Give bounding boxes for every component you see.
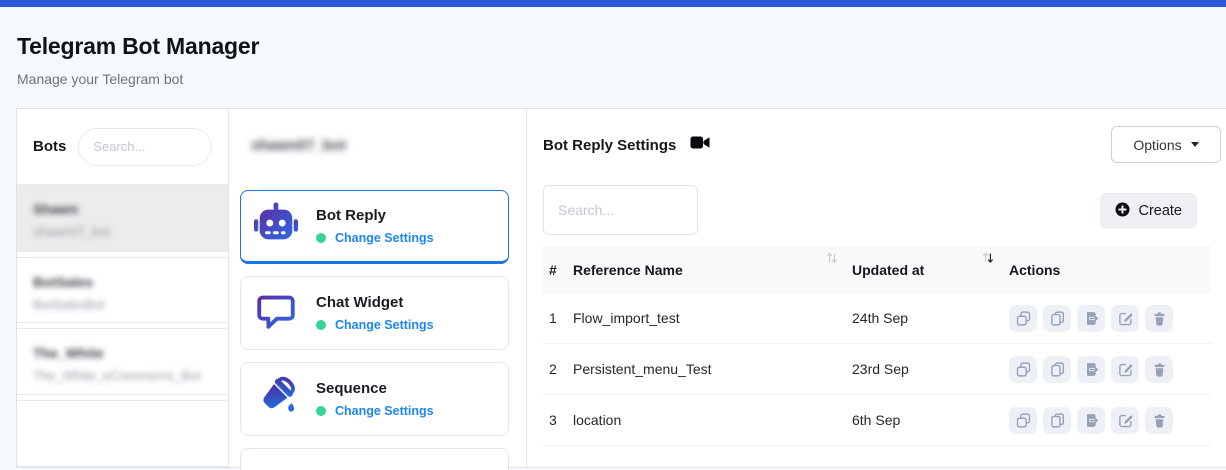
delete-button[interactable] <box>1145 407 1173 434</box>
card-title: Chat Widget <box>316 294 434 311</box>
row-index: 2 <box>543 361 573 377</box>
sort-icon[interactable] <box>826 251 838 267</box>
row-index: 1 <box>543 310 573 326</box>
chevron-down-icon <box>1191 142 1199 147</box>
col-header-actions: Actions <box>1009 262 1211 278</box>
paint-bucket-icon <box>253 374 299 425</box>
bot-list-item[interactable]: BotSales BotSalesBot <box>17 257 228 324</box>
change-settings-link[interactable]: Change Settings <box>335 318 434 332</box>
bots-sidebar: Bots Shawn shawn07_bot BotSales BotSales… <box>17 109 229 467</box>
card-sequence[interactable]: Sequence Change Settings <box>240 362 509 436</box>
table-header-row: # Reference Name Updated at <box>543 246 1211 293</box>
selected-bot-name-blurred: shawn07_bot <box>251 137 509 154</box>
bots-sidebar-header: Bots <box>17 109 228 185</box>
settings-title: Bot Reply Settings <box>543 137 676 154</box>
bot-username-blurred: BotSalesBot <box>33 297 212 312</box>
edit-button[interactable] <box>1111 407 1139 434</box>
chat-bubble-icon <box>253 288 299 339</box>
clone-button[interactable] <box>1009 305 1037 332</box>
bot-username-blurred: shawn07_bot <box>33 224 212 239</box>
change-settings-link[interactable]: Change Settings <box>335 404 434 418</box>
replies-search-input[interactable] <box>543 185 698 235</box>
table-row: 2 Persistent_menu_Test 23rd Sep <box>543 344 1211 395</box>
bots-title: Bots <box>33 138 66 155</box>
copy-button[interactable] <box>1043 305 1071 332</box>
bot-settings-column: shawn07_bot <box>229 109 527 467</box>
status-dot <box>316 320 326 330</box>
card-chat-widget[interactable]: Chat Widget Change Settings <box>240 276 509 350</box>
updated-at: 24th Sep <box>852 310 908 326</box>
export-button[interactable] <box>1077 356 1105 383</box>
table-row: 1 Flow_import_test 24th Sep <box>543 293 1211 344</box>
page-subtitle: Manage your Telegram bot <box>17 71 1226 87</box>
bots-search-input[interactable] <box>78 128 212 166</box>
page-title: Telegram Bot Manager <box>17 33 1226 59</box>
col-header-reference-name: Reference Name <box>573 262 683 278</box>
top-accent-bar <box>0 0 1226 7</box>
copy-button[interactable] <box>1043 407 1071 434</box>
card-title: Bot Reply <box>316 207 434 224</box>
bot-username-blurred: The_White_eCommerce_Bot <box>33 368 212 383</box>
status-dot <box>316 406 326 416</box>
updated-at: 6th Sep <box>852 412 900 428</box>
bot-name-blurred: Shawn <box>33 201 212 217</box>
copy-button[interactable] <box>1043 356 1071 383</box>
plus-circle-icon <box>1115 202 1130 221</box>
replies-table: # Reference Name Updated at <box>543 246 1211 446</box>
bot-reply-settings-panel: Bot Reply Settings Options <box>527 109 1226 467</box>
edit-button[interactable] <box>1111 305 1139 332</box>
sort-icon-desc-active[interactable] <box>982 251 994 267</box>
updated-at: 23rd Sep <box>852 361 909 377</box>
card-partial[interactable] <box>240 448 509 470</box>
video-camera-icon[interactable] <box>690 135 710 155</box>
export-button[interactable] <box>1077 305 1105 332</box>
create-button[interactable]: Create <box>1100 193 1197 229</box>
bot-name-blurred: BotSales <box>33 274 212 290</box>
bot-list-item[interactable]: The_White The_White_eCommerce_Bot <box>17 328 228 395</box>
bot-name-blurred: The_White <box>33 345 212 361</box>
bot-list-item-partial[interactable] <box>17 400 228 467</box>
status-dot <box>316 233 326 243</box>
main-panel: Bots Shawn shawn07_bot BotSales BotSales… <box>16 108 1226 468</box>
card-bot-reply[interactable]: Bot Reply Change Settings <box>240 190 509 264</box>
clone-button[interactable] <box>1009 407 1037 434</box>
reference-name: Flow_import_test <box>573 310 680 326</box>
bot-list-item[interactable]: Shawn shawn07_bot <box>17 185 228 252</box>
edit-button[interactable] <box>1111 356 1139 383</box>
change-settings-link[interactable]: Change Settings <box>335 231 434 245</box>
clone-button[interactable] <box>1009 356 1037 383</box>
page-header: Telegram Bot Manager Manage your Telegra… <box>0 7 1226 87</box>
options-button[interactable]: Options <box>1111 126 1221 163</box>
delete-button[interactable] <box>1145 305 1173 332</box>
robot-icon <box>253 201 299 252</box>
reference-name: location <box>573 412 621 428</box>
delete-button[interactable] <box>1145 356 1173 383</box>
col-header-updated-at: Updated at <box>852 262 924 278</box>
table-row: 3 location 6th Sep <box>543 395 1211 446</box>
card-title: Sequence <box>316 380 434 397</box>
col-header-index: # <box>543 262 573 278</box>
export-button[interactable] <box>1077 407 1105 434</box>
row-index: 3 <box>543 412 573 428</box>
reference-name: Persistent_menu_Test <box>573 361 712 377</box>
